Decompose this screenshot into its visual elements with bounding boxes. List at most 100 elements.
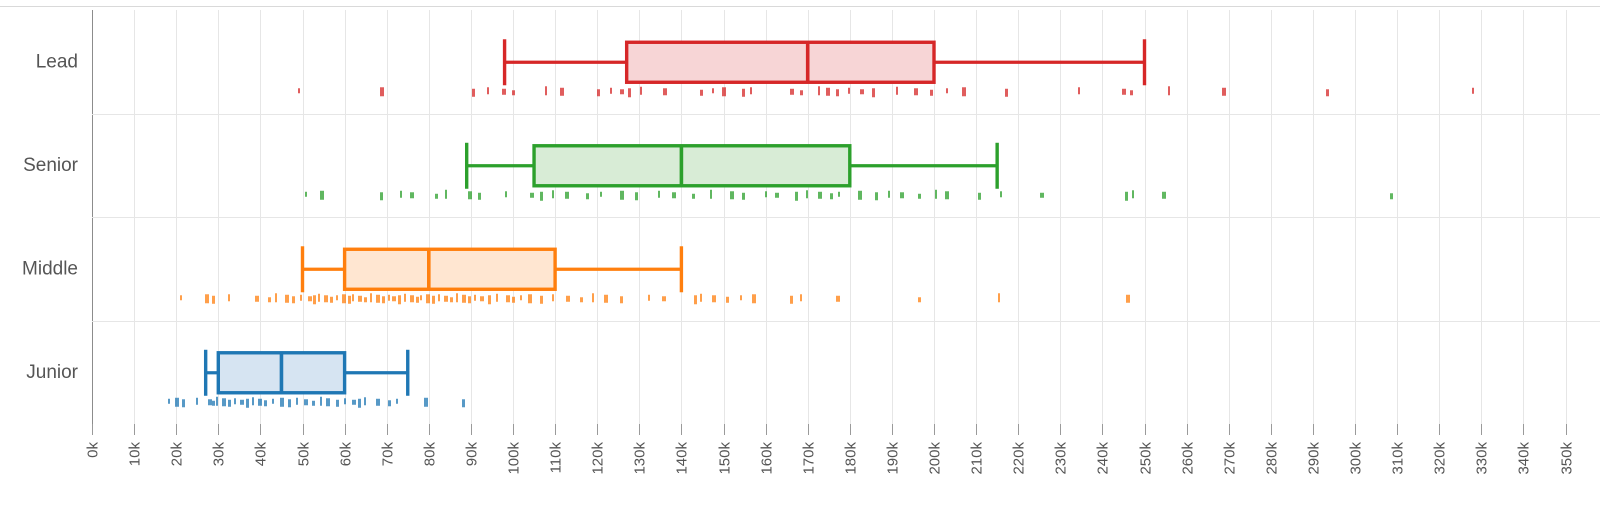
rug-mark (234, 398, 236, 405)
rug-mark (364, 297, 367, 303)
rug-mark (326, 398, 330, 407)
rug-mark (488, 295, 491, 305)
xtick-label-330k: 330k (1474, 442, 1491, 475)
rug-mark (380, 87, 384, 97)
rug-mark (860, 89, 864, 95)
rug-mark (258, 398, 262, 406)
rug-mark (410, 192, 414, 199)
rug-mark (212, 400, 215, 406)
rug-mark (438, 294, 440, 302)
rug-mark (580, 297, 583, 303)
box-senior[interactable] (532, 144, 852, 188)
rug-mark (540, 191, 543, 201)
rug-mark (228, 294, 230, 302)
rug-mark (712, 295, 716, 303)
xtick-label-90k: 90k (464, 442, 481, 467)
xtick-label-290k: 290k (1306, 442, 1323, 475)
rug-mark (692, 193, 695, 199)
xtick-label-130k: 130k (632, 442, 649, 475)
rug-mark (400, 190, 402, 198)
rug-points-junior (168, 396, 465, 408)
rug-mark (344, 398, 346, 405)
rug-mark (640, 86, 642, 95)
rug-mark (658, 190, 660, 198)
rug-mark (304, 399, 308, 406)
category-label-senior: Senior (23, 155, 79, 176)
rug-mark (512, 90, 515, 96)
rug-mark (396, 398, 398, 404)
rug-mark (1122, 88, 1126, 95)
rug-mark (468, 296, 471, 304)
rug-mark (506, 295, 510, 303)
rug-mark (775, 192, 779, 198)
rug-points-middle (180, 293, 1130, 305)
rug-mark (742, 192, 745, 200)
rug-mark (726, 296, 729, 303)
rug-mark (1162, 191, 1166, 199)
xtick-label-320k: 320k (1432, 442, 1449, 475)
rug-mark (700, 293, 702, 302)
rug-mark (308, 296, 312, 302)
xtick-label-0k: 0k (85, 442, 102, 458)
rug-mark (600, 191, 602, 197)
rug-mark (416, 296, 419, 303)
rug-mark (978, 192, 981, 200)
rug-mark (216, 396, 218, 406)
rug-mark (930, 89, 933, 96)
rug-mark (275, 293, 277, 303)
rug-mark (1222, 87, 1226, 96)
rug-mark (730, 191, 734, 200)
rug-mark (662, 296, 666, 302)
rug-mark (205, 294, 209, 304)
rug-mark (710, 189, 712, 199)
rug-mark (398, 295, 401, 305)
rug-mark (468, 191, 472, 200)
rug-mark (800, 90, 803, 96)
rug-mark (888, 190, 890, 198)
rug-mark (742, 88, 745, 97)
rug-mark (320, 396, 322, 406)
rug-mark (700, 89, 703, 96)
rug-mark (487, 87, 489, 95)
rug-mark (1168, 86, 1170, 96)
rug-mark (358, 295, 362, 302)
rug-mark (196, 397, 198, 405)
rug-mark (292, 296, 295, 304)
boxplot-row-middle (180, 246, 1130, 305)
xtick-label-100k: 100k (506, 442, 523, 475)
box-lead[interactable] (624, 40, 936, 84)
rug-mark (540, 295, 543, 304)
xtick-label-80k: 80k (422, 442, 439, 467)
rug-mark (264, 400, 267, 407)
rug-mark (324, 295, 328, 303)
rug-mark (288, 399, 291, 408)
rug-mark (848, 87, 850, 94)
rug-mark (560, 87, 564, 96)
rug-mark (480, 296, 484, 302)
rug-mark (426, 294, 430, 304)
rug-mark (1125, 191, 1128, 201)
rug-mark (472, 88, 475, 97)
rug-mark (342, 294, 346, 304)
rug-mark (208, 399, 212, 406)
xtick-label-160k: 160k (759, 442, 776, 475)
box-middle[interactable] (342, 247, 557, 291)
rug-mark (212, 295, 215, 304)
rug-mark (818, 86, 820, 96)
rug-mark (352, 294, 354, 302)
rug-mark (1126, 294, 1130, 303)
rug-mark (790, 88, 794, 95)
rug-mark (1326, 89, 1329, 97)
rug-mark (552, 294, 554, 302)
rug-mark (450, 297, 453, 303)
xtick-label-230k: 230k (1053, 442, 1070, 475)
rug-mark (520, 295, 522, 301)
rug-mark (478, 192, 481, 200)
xtick-label-200k: 200k (927, 442, 944, 475)
boxplot-row-lead (298, 39, 1474, 98)
rug-mark (445, 189, 447, 199)
rug-mark (175, 397, 179, 407)
rug-mark (392, 296, 396, 302)
rug-mark (900, 192, 904, 199)
xtick-label-170k: 170k (801, 442, 818, 475)
